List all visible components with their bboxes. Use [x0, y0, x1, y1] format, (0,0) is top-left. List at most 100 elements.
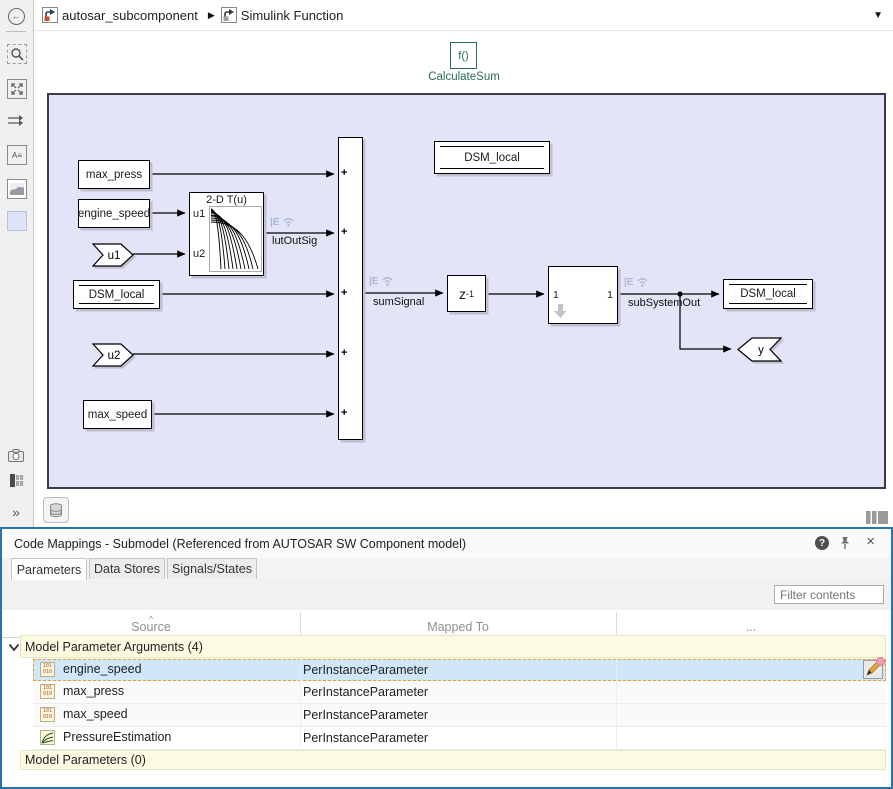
- code-mappings-panel: Code Mappings - Submodel (Referenced fro…: [0, 527, 893, 789]
- block-engine-speed[interactable]: engine_speed: [78, 199, 150, 228]
- function-label: CalculateSum: [408, 71, 520, 83]
- pin-button[interactable]: [839, 536, 851, 550]
- tab-label: Parameters: [17, 563, 82, 577]
- simulink-function-trigger-block[interactable]: f(): [450, 42, 477, 69]
- parameter-icon: 101010: [40, 662, 55, 677]
- row-mapped-to[interactable]: PerInstanceParameter: [303, 663, 428, 677]
- lookup-icon: [40, 730, 55, 745]
- zoom-region-icon[interactable]: [7, 44, 27, 64]
- tab-label: Signals/States: [172, 562, 252, 576]
- breadcrumb-function[interactable]: Simulink Function: [241, 8, 344, 23]
- row-mapped-to[interactable]: PerInstanceParameter: [303, 708, 428, 722]
- tab-parameters[interactable]: Parameters: [11, 558, 87, 580]
- panel-grid-icon: [9, 473, 24, 488]
- area-tool-icon[interactable]: [7, 211, 27, 231]
- signal-label-sumsignal[interactable]: sumSignal: [373, 296, 424, 308]
- block-max-speed[interactable]: max_speed: [83, 400, 152, 429]
- expand-arrows-icon: [11, 83, 23, 95]
- signal-routing-icon[interactable]: [7, 112, 25, 130]
- block-subsystem[interactable]: 1 1: [548, 266, 618, 324]
- data-store-badge-button[interactable]: [43, 497, 69, 523]
- dsm-top-line: [79, 285, 154, 288]
- signal-label-lutoutsig[interactable]: lutOutSig: [272, 235, 317, 247]
- breadcrumb-model[interactable]: autosar_subcomponent: [62, 8, 198, 23]
- group-label: Model Parameters (0): [25, 753, 146, 767]
- dsm-bottom-line: [440, 166, 544, 169]
- annotation-tool-icon[interactable]: A≡: [7, 145, 27, 165]
- filter-input[interactable]: [774, 585, 884, 604]
- edit-row-button[interactable]: [863, 660, 883, 679]
- block-lookup-table[interactable]: 2-D T(u) u1 u2: [189, 192, 264, 276]
- back-button[interactable]: ←: [7, 7, 25, 25]
- close-button[interactable]: ×: [866, 533, 875, 550]
- model-browser-icon[interactable]: [7, 471, 25, 489]
- test-point-icon: [282, 216, 295, 228]
- sum-input-plus: +: [341, 407, 347, 419]
- toolbar-divider: [6, 31, 26, 32]
- header-actions[interactable]: ...: [616, 610, 886, 637]
- table-header: ^ Source Mapped To ...: [2, 610, 886, 638]
- row-mapped-to[interactable]: PerInstanceParameter: [303, 685, 428, 699]
- panel-layout-widget[interactable]: [866, 511, 888, 524]
- sum-input-plus: +: [341, 347, 347, 359]
- tab-label: Data Stores: [94, 562, 160, 576]
- parameter-icon: 101010: [40, 707, 55, 722]
- subsystem-icon: [221, 7, 237, 23]
- block-unit-delay[interactable]: z-1: [447, 275, 486, 312]
- block-label: engine_speed: [78, 208, 150, 220]
- block-dsm-memory[interactable]: DSM_local: [434, 141, 550, 174]
- chevron-down-icon[interactable]: [8, 643, 20, 652]
- panel-title: Code Mappings - Submodel (Referenced fro…: [14, 537, 466, 551]
- group-row-model-parameters[interactable]: Model Parameters (0): [20, 750, 886, 770]
- table-row-engine-speed[interactable]: 101010 engine_speed PerInstanceParameter: [33, 659, 886, 681]
- breadcrumb: autosar_subcomponent ▶ Simulink Function…: [34, 0, 893, 31]
- breadcrumb-dropdown-icon[interactable]: ▼: [873, 10, 883, 21]
- table-row-max-speed[interactable]: 101010 max_speed PerInstanceParameter: [33, 704, 886, 727]
- port-label: u1: [108, 250, 121, 262]
- group-label: Model Parameter Arguments (4): [25, 640, 203, 654]
- log-flag-icon: |E: [624, 277, 633, 288]
- test-point-icon: [381, 275, 394, 287]
- group-row-parameter-arguments[interactable]: Model Parameter Arguments (4): [20, 635, 886, 658]
- block-max-press[interactable]: max_press: [78, 160, 150, 189]
- arrows-right-icon: [8, 114, 24, 128]
- outport-y[interactable]: y: [737, 337, 782, 362]
- panel-tabs: Parameters Data Stores Signals/States: [2, 558, 891, 581]
- block-dsm-read[interactable]: DSM_local: [73, 280, 160, 309]
- filter-row: [2, 580, 891, 610]
- table-row-pressure-estimation[interactable]: PressureEstimation PerInstanceParameter: [33, 727, 886, 750]
- signal-label-subsystemout[interactable]: subSystemOut: [628, 297, 700, 309]
- parameter-icon: 101010: [40, 684, 55, 699]
- show-more-tools-button[interactable]: »: [7, 503, 25, 521]
- table-row-max-press[interactable]: 101010 max_press PerInstanceParameter: [33, 681, 886, 704]
- inport-u2[interactable]: u2: [92, 343, 134, 367]
- image-tool-icon[interactable]: [7, 179, 27, 199]
- row-mapped-to[interactable]: PerInstanceParameter: [303, 731, 428, 745]
- magnifier-icon: [10, 47, 24, 61]
- database-icon: [49, 503, 63, 518]
- block-label: max_speed: [88, 409, 147, 421]
- port-label: u2: [108, 350, 121, 362]
- lookup-curves-icon: [209, 206, 262, 272]
- block-dsm-write[interactable]: DSM_local: [723, 279, 813, 309]
- header-label: Source: [131, 622, 171, 633]
- row-source-name: engine_speed: [63, 662, 142, 676]
- block-label: DSM_local: [464, 152, 520, 164]
- signal-badges: |E: [369, 275, 394, 287]
- function-glyph: f(): [458, 50, 468, 62]
- screenshot-icon[interactable]: [7, 446, 25, 464]
- header-mapped-to[interactable]: Mapped To: [300, 610, 616, 637]
- camera-icon: [8, 449, 24, 462]
- block-label: DSM_local: [740, 288, 796, 300]
- tab-data-stores[interactable]: Data Stores: [89, 558, 165, 579]
- question-icon: ?: [819, 538, 825, 549]
- tab-signals-states[interactable]: Signals/States: [167, 558, 257, 579]
- help-button[interactable]: ?: [815, 536, 829, 550]
- dsm-top-line: [729, 284, 807, 287]
- column-divider: [300, 612, 301, 635]
- block-label: max_press: [86, 169, 142, 181]
- header-source[interactable]: ^ Source: [2, 610, 300, 637]
- model-icon: [42, 7, 58, 23]
- inport-u1[interactable]: u1: [92, 243, 134, 267]
- fit-to-view-icon[interactable]: [7, 79, 27, 99]
